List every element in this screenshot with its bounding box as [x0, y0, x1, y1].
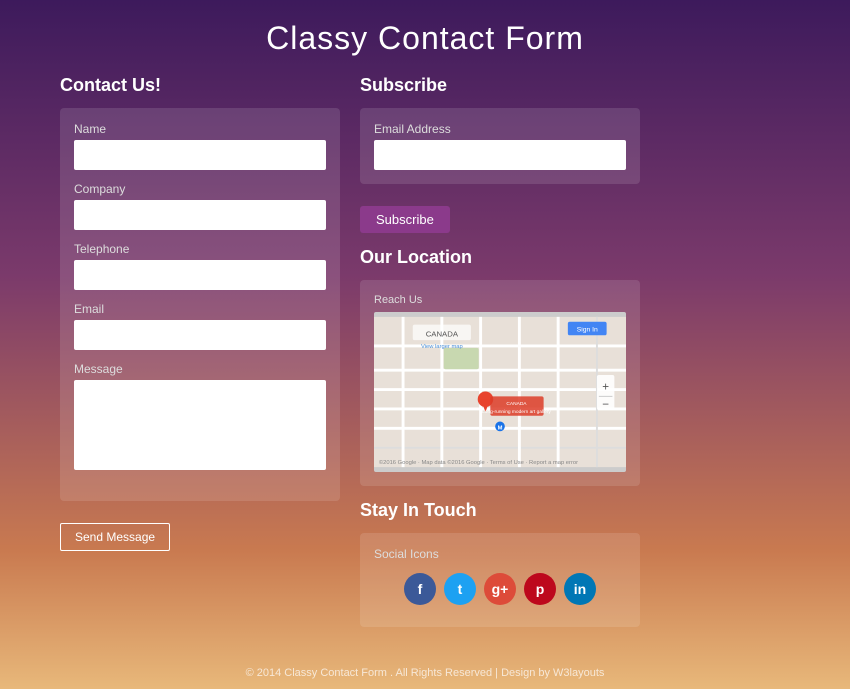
name-field-group: Name: [74, 122, 326, 170]
social-icons-row: f t g+ p in: [374, 565, 626, 613]
contact-section-title: Contact Us!: [60, 75, 340, 96]
facebook-icon[interactable]: f: [404, 573, 436, 605]
contact-form-panel: Name Company Telephone Email Message: [60, 108, 340, 501]
social-panel: Social Icons f t g+ p in: [360, 533, 640, 627]
svg-text:Sign In: Sign In: [577, 326, 598, 333]
name-label: Name: [74, 122, 326, 136]
subscribe-button[interactable]: Subscribe: [360, 206, 450, 233]
contact-form-column: Contact Us! Name Company Telephone Email…: [60, 75, 340, 551]
svg-text:CANADA: CANADA: [426, 329, 459, 338]
reach-us-label: Reach Us: [374, 294, 626, 306]
svg-text:M: M: [498, 425, 503, 431]
svg-text:CANADA: CANADA: [506, 401, 527, 407]
location-section-title: Our Location: [360, 247, 640, 268]
email-field-group: Email: [74, 302, 326, 350]
linkedin-icon[interactable]: in: [564, 573, 596, 605]
page-title: Classy Contact Form: [0, 0, 850, 75]
footer: © 2014 Classy Contact Form . All Rights …: [0, 661, 850, 689]
company-field-group: Company: [74, 182, 326, 230]
social-icons-label: Social Icons: [374, 547, 626, 561]
map-container: CANADA View larger map CANADA Long-runni…: [374, 312, 626, 472]
location-panel: Reach Us: [360, 280, 640, 486]
email-label: Email: [74, 302, 326, 316]
telephone-label: Telephone: [74, 242, 326, 256]
name-input[interactable]: [74, 140, 326, 170]
company-input[interactable]: [74, 200, 326, 230]
right-column: Subscribe Email Address Subscribe Our Lo…: [360, 75, 640, 641]
email-input[interactable]: [74, 320, 326, 350]
social-section-title: Stay In Touch: [360, 500, 640, 521]
google-plus-icon[interactable]: g+: [484, 573, 516, 605]
subscribe-email-input[interactable]: [374, 140, 626, 170]
subscribe-email-label: Email Address: [374, 122, 626, 136]
twitter-icon[interactable]: t: [444, 573, 476, 605]
telephone-input[interactable]: [74, 260, 326, 290]
message-label: Message: [74, 362, 326, 376]
telephone-field-group: Telephone: [74, 242, 326, 290]
company-label: Company: [74, 182, 326, 196]
message-field-group: Message: [74, 362, 326, 475]
message-textarea[interactable]: [74, 380, 326, 470]
svg-text:Long-running modern art galler: Long-running modern art gallery: [482, 409, 551, 415]
pinterest-icon[interactable]: p: [524, 573, 556, 605]
svg-text:View larger map: View larger map: [421, 344, 463, 350]
send-message-button[interactable]: Send Message: [60, 523, 170, 551]
svg-text:−: −: [602, 398, 609, 411]
main-content: Contact Us! Name Company Telephone Email…: [0, 75, 850, 661]
subscribe-panel: Email Address: [360, 108, 640, 184]
svg-text:©2016 Google · Map data ©2016: ©2016 Google · Map data ©2016 Google · T…: [379, 459, 578, 466]
subscribe-section-title: Subscribe: [360, 75, 640, 96]
svg-text:+: +: [602, 381, 609, 394]
